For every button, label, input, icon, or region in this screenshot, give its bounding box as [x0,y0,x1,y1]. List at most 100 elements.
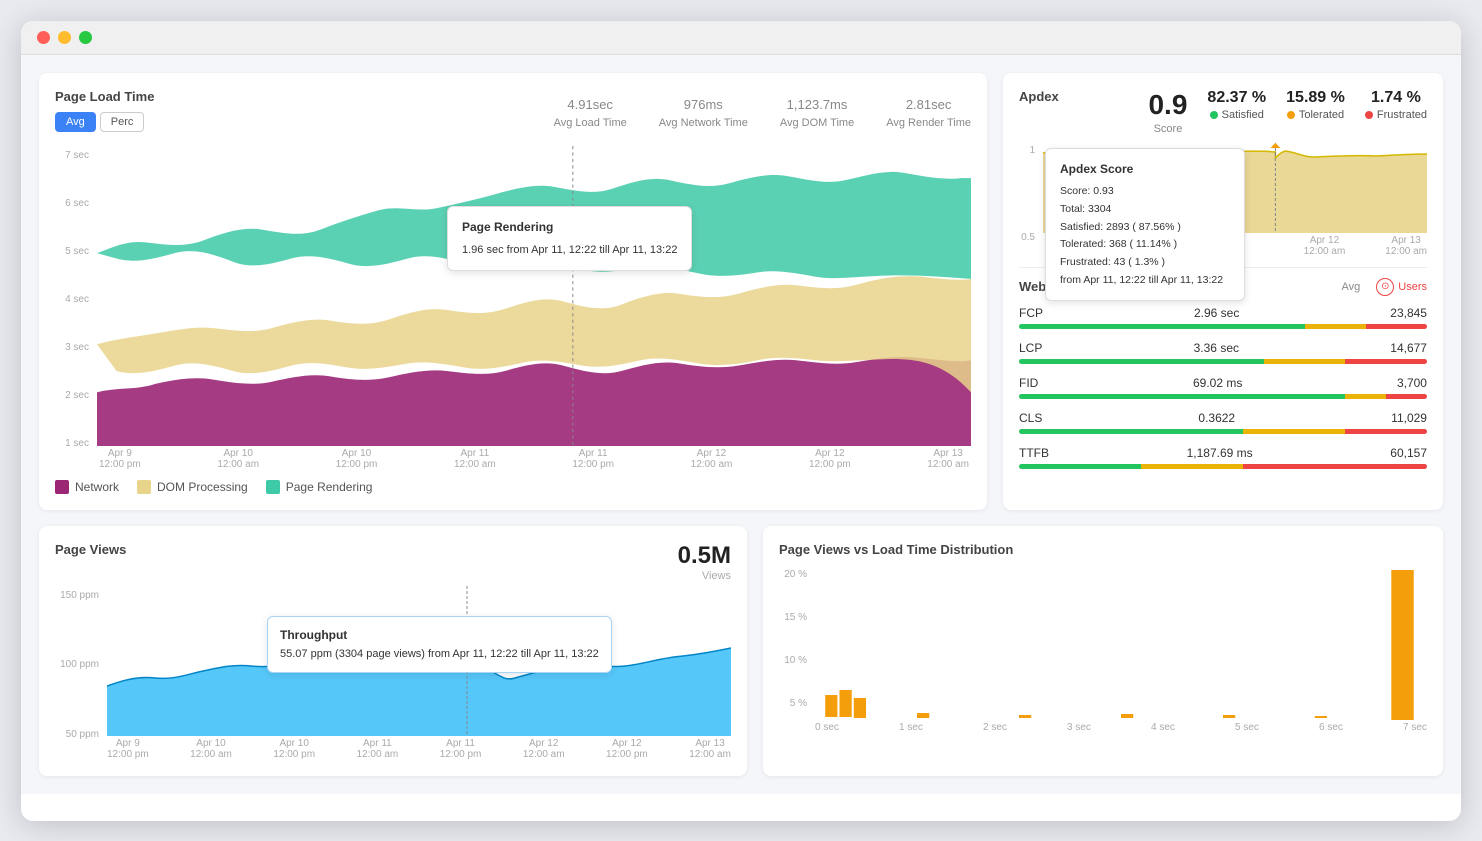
x-label-1: Apr 1012:00 am [217,448,259,470]
browser-window: Page Load Time Avg Perc 4.91sec Avg Load… [21,21,1461,821]
y-label-5: 5 sec [55,246,89,257]
vital-ttfb: TTFB 1,187.69 ms 60,157 [1019,446,1427,469]
tolerated-metric: 15.89 % Tolerated [1286,89,1345,121]
rendering-legend-color [266,480,280,494]
frustrated-dot [1365,111,1373,119]
page-views-card: Page Views 0.5M Views 150 ppm 100 ppm 50… [39,526,747,776]
distribution-card: Page Views vs Load Time Distribution 20 … [763,526,1443,776]
y-label-7: 7 sec [55,150,89,161]
apdex-card: Apdex 0.9 Score 82.37 % Satisfied [1003,73,1443,510]
legend-rendering: Page Rendering [266,480,373,494]
fid-yellow [1345,394,1386,399]
fcp-yellow [1305,324,1366,329]
frustrated-metric: 1.74 % Frustrated [1365,89,1427,121]
x-label-6: Apr 1212:00 pm [809,448,851,470]
maximize-dot [79,31,92,44]
apdex-metrics: 0.9 Score 82.37 % Satisfied 15.89 % [1148,89,1427,135]
vital-fid: FID 69.02 ms 3,700 [1019,376,1427,399]
network-legend-color [55,480,69,494]
apdex-score-metric: 0.9 Score [1148,89,1187,135]
avg-load-time: 4.91sec Avg Load Time [554,89,627,129]
lcp-green [1019,359,1264,364]
ttfb-red [1243,464,1427,469]
vital-lcp: LCP 3.36 sec 14,677 [1019,341,1427,364]
vital-cls: CLS 0.3622 11,029 [1019,411,1427,434]
page-load-svg [97,146,971,446]
fcp-green [1019,324,1305,329]
dist-x-axis: 0 sec 1 sec 2 sec 3 sec 4 sec 5 sec 6 se… [815,722,1427,733]
x-label-3: Apr 1112:00 am [454,448,496,470]
fid-red [1386,394,1427,399]
y-label-6: 6 sec [55,198,89,209]
satisfied-metric: 82.37 % Satisfied [1207,89,1266,121]
close-dot [37,31,50,44]
perc-button[interactable]: Perc [100,112,145,132]
main-content: Page Load Time Avg Perc 4.91sec Avg Load… [21,55,1461,794]
page-load-x-axis: Apr 912:00 pm Apr 1012:00 am Apr 1012:00… [97,448,971,470]
page-views-x-axis: Apr 912:00 pm Apr 1012:00 am Apr 1012:00… [107,738,731,760]
y-label-4: 4 sec [55,294,89,305]
apdex-title: Apdex [1019,89,1059,104]
dom-legend-color [137,480,151,494]
lcp-bar [1019,359,1427,364]
avg-button[interactable]: Avg [55,112,96,132]
page-load-y-axis: 7 sec 6 sec 5 sec 4 sec 3 sec 2 sec 1 se… [55,146,93,470]
page-views-title: Page Views [55,542,126,557]
web-vitals-controls: Avg ⊙ Users [1342,278,1428,296]
fcp-bar [1019,324,1427,329]
minimize-dot [58,31,71,44]
users-control: ⊙ Users [1376,278,1427,296]
lcp-red [1345,359,1427,364]
legend-network: Network [55,480,119,494]
page-load-chart: Page Rendering 1.96 sec from Apr 11, 12:… [97,146,971,446]
cls-red [1345,429,1427,434]
dist-svg [815,565,1427,720]
browser-bar [21,21,1461,55]
page-load-card: Page Load Time Avg Perc 4.91sec Avg Load… [39,73,987,510]
page-views-y-axis: 150 ppm 100 ppm 50 ppm [55,586,103,760]
y-label-1: 1 sec [55,438,89,449]
apdex-tooltip: Apdex Score Score: 0.93 Total: 3304 Sati… [1045,148,1245,301]
satisfied-dot [1210,111,1218,119]
ttfb-green [1019,464,1141,469]
cls-bar [1019,429,1427,434]
ttfb-bar [1019,464,1427,469]
page-views-chart: Throughput 55.07 ppm (3304 page views) f… [107,586,731,736]
apdex-y-axis: 1 0.5 [1019,143,1039,257]
x-label-5: Apr 1212:00 am [691,448,733,470]
x-label-2: Apr 1012:00 pm [336,448,378,470]
avg-render-time: 2.81sec Avg Render Time [886,89,971,129]
page-views-header: Page Views 0.5M Views [55,542,731,582]
users-icon: ⊙ [1376,278,1394,296]
x-label-4: Apr 1112:00 pm [572,448,614,470]
fid-green [1019,394,1345,399]
apdex-chart: Apdex Score Score: 0.93 Total: 3304 Sati… [1043,143,1427,233]
legend-dom: DOM Processing [137,480,248,494]
x-label-7: Apr 1312:00 am [927,448,969,470]
cls-yellow [1243,429,1345,434]
cls-green [1019,429,1243,434]
x-label-0: Apr 912:00 pm [99,448,141,470]
y-label-2: 2 sec [55,390,89,401]
tolerated-dot [1287,111,1295,119]
ttfb-yellow [1141,464,1243,469]
page-load-title: Page Load Time [55,89,154,104]
bottom-row: Page Views 0.5M Views 150 ppm 100 ppm 50… [39,526,1443,776]
fid-bar [1019,394,1427,399]
fcp-red [1366,324,1427,329]
distribution-title: Page Views vs Load Time Distribution [779,542,1427,557]
top-row: Page Load Time Avg Perc 4.91sec Avg Load… [39,73,1443,510]
throughput-tooltip: Throughput 55.07 ppm (3304 page views) f… [267,616,612,673]
lcp-yellow [1264,359,1346,364]
page-load-btn-group: Avg Perc [55,112,154,132]
page-rendering-tooltip: Page Rendering 1.96 sec from Apr 11, 12:… [447,206,692,271]
dist-chart [815,565,1427,720]
avg-dom-time: 1,123.7ms Avg DOM Time [780,89,854,129]
page-load-legend: Network DOM Processing Page Rendering [55,480,971,494]
page-load-metrics: 4.91sec Avg Load Time 976ms Avg Network … [554,89,971,129]
views-total: 0.5M Views [678,542,731,582]
avg-network-time: 976ms Avg Network Time [659,89,748,129]
y-label-3: 3 sec [55,342,89,353]
vital-fcp: FCP 2.96 sec 23,845 [1019,306,1427,329]
dist-y-axis: 20 % 15 % 10 % 5 % [779,565,811,733]
